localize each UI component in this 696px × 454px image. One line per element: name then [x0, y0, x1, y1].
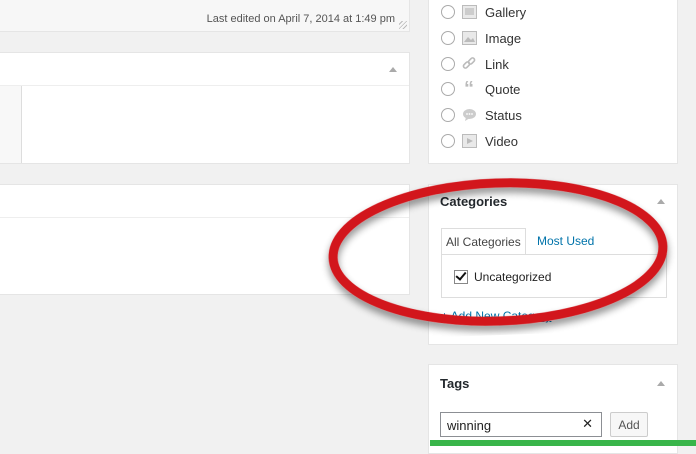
tags-title: Tags [440, 376, 470, 391]
collapse-arrow-icon[interactable] [657, 199, 665, 204]
radio-button[interactable] [441, 108, 455, 122]
categories-title: Categories [440, 194, 508, 209]
radio-button[interactable] [441, 31, 455, 45]
format-option-link[interactable]: Link [441, 54, 509, 74]
collapse-arrow-icon[interactable] [657, 381, 665, 386]
format-option-status[interactable]: Status [441, 105, 522, 125]
tag-input-field[interactable]: winning ✕ [440, 412, 602, 437]
tab-all-categories[interactable]: All Categories [441, 228, 526, 255]
metabox-text-area[interactable] [21, 86, 409, 163]
categories-box: Categories All Categories Most Used Unca… [428, 184, 678, 345]
metabox-lower [0, 184, 410, 295]
gallery-icon [461, 4, 477, 20]
resize-grip-icon[interactable] [399, 21, 407, 29]
format-option-gallery[interactable]: Gallery [441, 2, 526, 22]
radio-button[interactable] [441, 5, 455, 19]
post-format-box: Gallery Image Link “ Quote Status Video [428, 0, 678, 164]
category-checkbox[interactable] [454, 269, 468, 284]
quote-icon: “ [464, 77, 474, 100]
collapse-arrow-icon[interactable] [389, 199, 397, 204]
link-icon [461, 56, 477, 72]
status-icon [461, 107, 477, 123]
format-label: Gallery [485, 4, 527, 20]
video-icon [461, 133, 477, 149]
radio-button[interactable] [441, 134, 455, 148]
format-label: Video [485, 133, 519, 149]
metabox-header[interactable] [0, 53, 409, 86]
image-icon [461, 30, 477, 46]
format-option-image[interactable]: Image [441, 28, 521, 48]
editor-status-bar: Last edited on April 7, 2014 at 1:49 pm [0, 0, 410, 32]
add-new-category-link[interactable]: + Add New Category [441, 309, 551, 323]
tab-most-used[interactable]: Most Used [533, 228, 598, 254]
metabox-upper [0, 52, 410, 164]
checkmark-icon [455, 269, 467, 281]
radio-button[interactable] [441, 82, 455, 96]
format-label: Image [485, 30, 522, 46]
format-option-video[interactable]: Video [441, 131, 518, 151]
last-edited-text: Last edited on April 7, 2014 at 1:49 pm [206, 13, 395, 25]
clear-icon[interactable]: ✕ [582, 416, 593, 432]
metabox-header[interactable] [0, 185, 409, 218]
format-label: Status [485, 107, 522, 123]
category-label: Uncategorized [474, 270, 552, 284]
format-label: Link [485, 56, 509, 72]
collapse-arrow-icon[interactable] [389, 67, 397, 72]
bottom-accent-bar [430, 440, 696, 446]
format-label: Quote [485, 81, 521, 97]
format-option-quote[interactable]: “ Quote [441, 77, 521, 100]
radio-button[interactable] [441, 57, 455, 71]
add-tag-button[interactable]: Add [610, 412, 648, 437]
tag-input-value: winning [447, 418, 492, 433]
category-checklist: Uncategorized [441, 254, 667, 298]
editor-gutter [0, 86, 21, 163]
